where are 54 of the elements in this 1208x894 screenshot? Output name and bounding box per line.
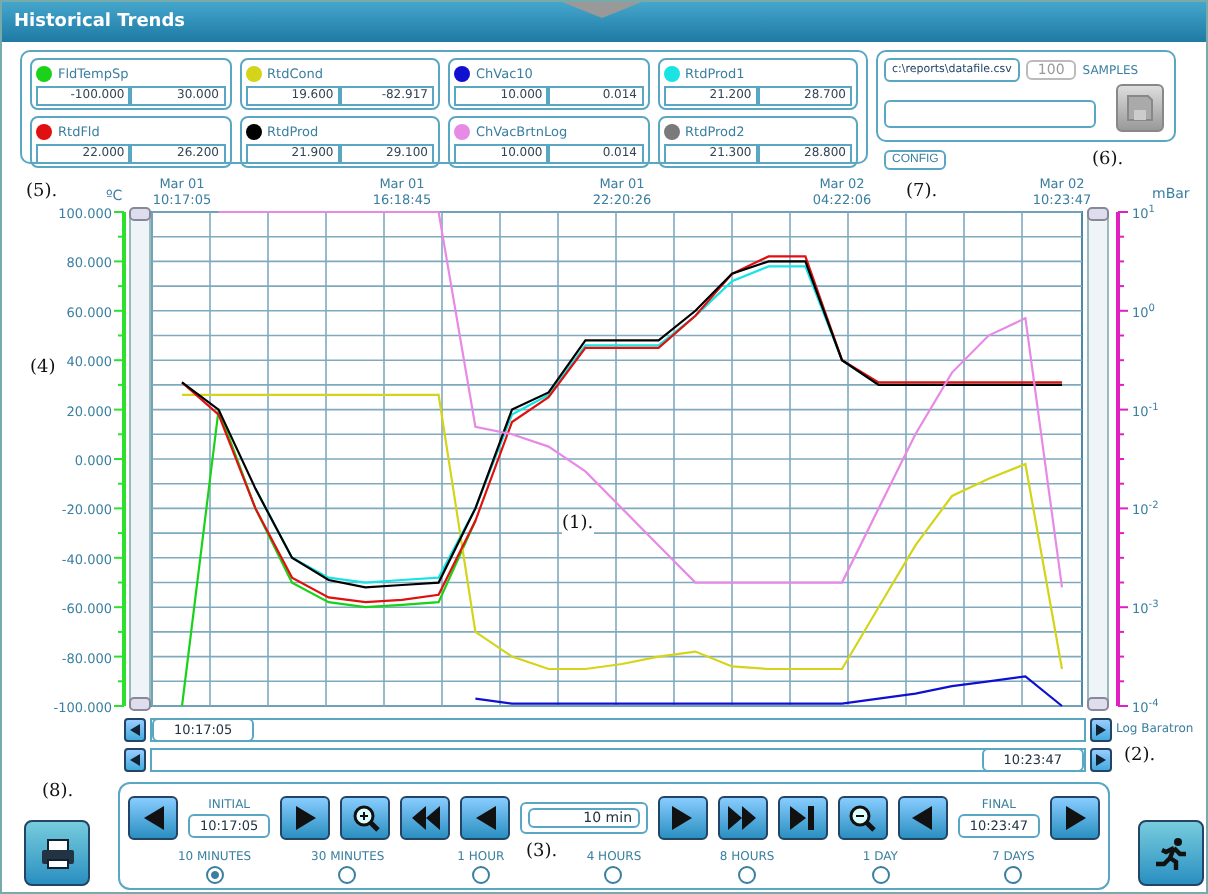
zoom-in-icon bbox=[351, 804, 380, 832]
right-arrow-icon bbox=[1096, 723, 1106, 735]
range-radio-button[interactable] bbox=[738, 866, 757, 884]
zoom-out-button[interactable] bbox=[837, 796, 888, 840]
callout-number: (2). bbox=[1124, 746, 1156, 766]
zoom-in-button[interactable] bbox=[340, 796, 391, 840]
step-forward-button[interactable] bbox=[657, 796, 708, 840]
print-button[interactable] bbox=[24, 820, 90, 886]
file-name-field[interactable] bbox=[884, 100, 1096, 128]
scroll-left-button[interactable] bbox=[124, 717, 146, 741]
range-radio-button[interactable] bbox=[471, 866, 490, 884]
zoom-out-icon bbox=[848, 804, 877, 832]
rewind-button[interactable] bbox=[400, 796, 451, 840]
forward-button[interactable] bbox=[1050, 796, 1100, 840]
scroll-right-button[interactable] bbox=[1090, 747, 1112, 771]
callout-number: (5). bbox=[26, 182, 58, 202]
range-radio-button[interactable] bbox=[604, 866, 623, 884]
back-button[interactable] bbox=[128, 796, 178, 840]
callout-number: (8). bbox=[42, 782, 74, 802]
callout-number: (6). bbox=[1092, 150, 1124, 170]
pull-tab-icon bbox=[562, 2, 642, 18]
callout-number: (3). bbox=[526, 842, 558, 862]
step-back-button[interactable] bbox=[460, 796, 511, 840]
scroll-left-button[interactable] bbox=[124, 747, 146, 771]
range-radio-button[interactable] bbox=[205, 866, 224, 884]
left-arrow-icon bbox=[130, 723, 140, 735]
callout-number: (4) bbox=[30, 358, 56, 378]
printer-icon bbox=[39, 837, 75, 869]
right-triangle-icon bbox=[1065, 806, 1085, 830]
range-slider[interactable] bbox=[1087, 207, 1109, 711]
callout-number: (7). bbox=[906, 182, 938, 202]
double-right-triangle-icon bbox=[728, 806, 757, 830]
right-triangle-icon bbox=[672, 806, 693, 830]
range-radio-button[interactable] bbox=[1004, 866, 1023, 884]
range-radio-button[interactable] bbox=[871, 866, 890, 884]
run-button[interactable] bbox=[1138, 820, 1204, 886]
skip-end-icon bbox=[790, 806, 815, 830]
left-triangle-icon bbox=[912, 806, 933, 830]
right-arrow-icon bbox=[1096, 753, 1106, 765]
window-title: Historical Trends bbox=[14, 12, 186, 32]
callout-number: (1). bbox=[562, 514, 594, 534]
range-radio-button[interactable] bbox=[338, 866, 357, 884]
back-button[interactable] bbox=[897, 796, 948, 840]
skip-to-end-button[interactable] bbox=[777, 796, 828, 840]
left-arrow-icon bbox=[130, 753, 140, 765]
left-triangle-icon bbox=[475, 806, 496, 830]
double-left-triangle-icon bbox=[411, 806, 440, 830]
forward-button[interactable] bbox=[280, 796, 331, 840]
scroll-right-button[interactable] bbox=[1090, 717, 1112, 741]
fast-forward-button[interactable] bbox=[717, 796, 768, 840]
right-triangle-icon bbox=[295, 806, 316, 830]
left-triangle-icon bbox=[143, 806, 163, 830]
running-figure-icon bbox=[1153, 835, 1189, 871]
range-slider[interactable] bbox=[129, 207, 151, 711]
